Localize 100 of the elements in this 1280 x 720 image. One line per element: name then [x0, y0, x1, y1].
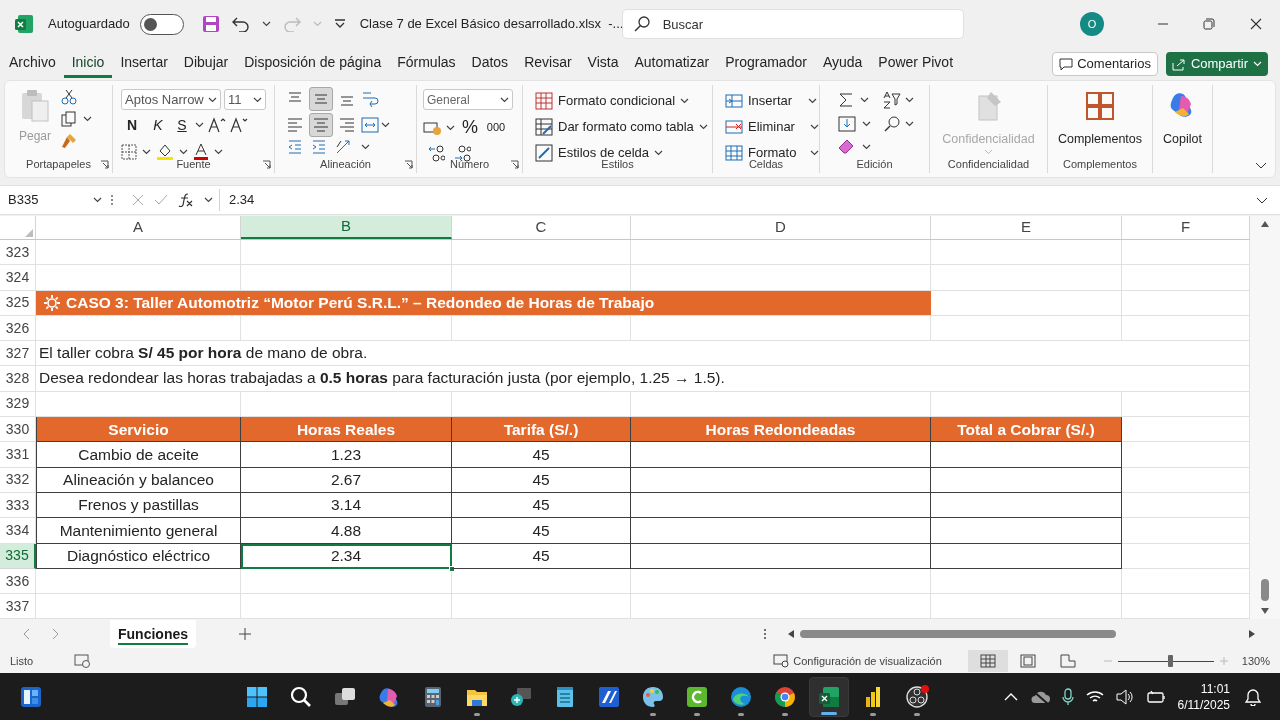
font-name-field[interactable]: Aptos Narrow: [121, 89, 221, 110]
row-header[interactable]: 328: [0, 366, 36, 392]
vertical-scrollbar[interactable]: [1250, 216, 1280, 620]
caret-icon[interactable]: [862, 144, 871, 150]
ribbon-command[interactable]: Formato condicional: [535, 90, 712, 111]
wrap-text-icon[interactable]: [361, 90, 379, 108]
view-button[interactable]: [967, 650, 1008, 673]
grid-cell[interactable]: [931, 290, 1122, 316]
merge-cells-icon[interactable]: [361, 117, 379, 133]
grid-cell[interactable]: [36, 265, 241, 291]
zoom-level[interactable]: 130%: [1241, 653, 1270, 670]
row-header[interactable]: 323: [0, 240, 36, 266]
column-header[interactable]: D: [631, 216, 931, 239]
caret-icon[interactable]: [253, 96, 262, 103]
taskbar-app[interactable]: [809, 677, 849, 718]
caret-icon[interactable]: [214, 149, 223, 155]
grid-cell[interactable]: [36, 240, 241, 266]
insert-function-icon[interactable]: [178, 193, 194, 207]
row-header[interactable]: 326: [0, 315, 36, 342]
ribbon-tab[interactable]: Fórmulas: [389, 50, 464, 78]
shrink-font-icon[interactable]: [230, 117, 248, 133]
zoom-slider-thumb[interactable]: [1167, 655, 1173, 668]
ribbon-command[interactable]: Eliminar: [725, 116, 819, 137]
search-icon[interactable]: [883, 115, 901, 133]
undo-icon[interactable]: [231, 16, 250, 32]
dialog-launcher-icon[interactable]: [100, 159, 109, 169]
autosave-toggle[interactable]: [139, 13, 184, 35]
close-icon[interactable]: [1250, 18, 1262, 30]
ribbon-tab[interactable]: Ayuda: [814, 50, 871, 78]
italic-button[interactable]: K: [147, 114, 169, 136]
account-avatar[interactable]: O: [1080, 12, 1104, 36]
chevron-up-icon[interactable]: [1003, 693, 1018, 702]
grid-cell[interactable]: [931, 265, 1122, 291]
fill-color-icon[interactable]: [156, 143, 174, 161]
bold-button[interactable]: N: [121, 114, 143, 136]
grid-cell[interactable]: [241, 240, 452, 266]
caret-icon[interactable]: [179, 149, 188, 155]
dialog-launcher-icon[interactable]: [510, 159, 519, 169]
ribbon-tab[interactable]: Disposición de página: [236, 50, 390, 78]
row-header[interactable]: 334: [0, 518, 36, 544]
speaker-icon[interactable]: [1115, 689, 1134, 706]
next-sheet-icon[interactable]: [52, 628, 60, 641]
ribbon-large-button[interactable]: Copilot: [1153, 85, 1212, 149]
save-icon[interactable]: [201, 15, 220, 33]
formula-field[interactable]: 2.34: [229, 190, 1256, 210]
caret-icon[interactable]: [862, 121, 871, 127]
sum-icon[interactable]: [838, 92, 854, 108]
name-box[interactable]: B335: [0, 189, 110, 211]
caret-icon[interactable]: [446, 124, 455, 131]
orientation-icon[interactable]: [335, 139, 353, 155]
ribbon-tab[interactable]: Vista: [579, 50, 627, 78]
collapse-ribbon-icon[interactable]: [1255, 162, 1267, 169]
ribbon-command[interactable]: Insertar: [725, 90, 819, 111]
grid-cell[interactable]: [631, 265, 931, 291]
ribbon-large-button[interactable]: Complementos: [1048, 85, 1152, 149]
row-header[interactable]: 333: [0, 492, 36, 519]
ribbon-tab[interactable]: Power Pivot: [870, 50, 962, 78]
caret-icon[interactable]: [361, 144, 370, 150]
wifi-icon[interactable]: [1085, 690, 1104, 705]
scroll-right-icon[interactable]: [1248, 629, 1256, 640]
eraser-icon[interactable]: [838, 139, 856, 155]
scroll-up-icon[interactable]: [1260, 220, 1270, 228]
increase-decimal-icon[interactable]: [427, 145, 445, 163]
sort-filter-icon[interactable]: [883, 91, 901, 109]
grid-cell[interactable]: [631, 315, 931, 342]
display-settings-button[interactable]: Configuración de visualización: [773, 653, 942, 670]
number-format-field[interactable]: General: [423, 89, 513, 110]
dialog-launcher-icon[interactable]: [262, 159, 271, 169]
caret-icon[interactable]: [680, 97, 690, 104]
grid-cell[interactable]: [631, 568, 931, 595]
grid-cell[interactable]: [631, 240, 931, 266]
ribbon-tab[interactable]: Dibujar: [175, 50, 237, 78]
font-size-field[interactable]: 11: [224, 89, 266, 110]
sheet-tab[interactable]: Funciones: [110, 620, 196, 649]
caret-icon[interactable]: [810, 149, 819, 156]
caret-icon[interactable]: [208, 96, 217, 103]
column-header[interactable]: B: [241, 216, 452, 239]
notifications-icon[interactable]: [1244, 688, 1262, 707]
caret-icon[interactable]: [500, 96, 509, 103]
align-middle-button[interactable]: [309, 87, 333, 111]
caret-icon[interactable]: [905, 121, 914, 127]
grid-cell[interactable]: [241, 265, 452, 291]
grid-cell[interactable]: [931, 240, 1122, 266]
format-painter-icon[interactable]: [61, 133, 78, 149]
grid-cell[interactable]: [241, 315, 452, 342]
grid-cell[interactable]: [452, 240, 631, 266]
caret-icon[interactable]: [860, 97, 869, 103]
column-header[interactable]: C: [452, 216, 631, 239]
align-center-button[interactable]: [309, 113, 333, 137]
previous-sheet-icon[interactable]: [22, 628, 30, 641]
grid-cell[interactable]: [452, 265, 631, 291]
grid-cell[interactable]: [452, 568, 631, 595]
grid-cell[interactable]: [931, 315, 1122, 342]
grid-cell[interactable]: [452, 315, 631, 342]
search-field[interactable]: Buscar: [621, 9, 964, 39]
ribbon-tab[interactable]: Archivo: [1, 50, 64, 78]
scroll-left-icon[interactable]: [787, 629, 795, 640]
dialog-launcher-icon[interactable]: [404, 159, 413, 169]
row-header[interactable]: 335: [0, 543, 36, 569]
row-header[interactable]: 324: [0, 265, 36, 291]
